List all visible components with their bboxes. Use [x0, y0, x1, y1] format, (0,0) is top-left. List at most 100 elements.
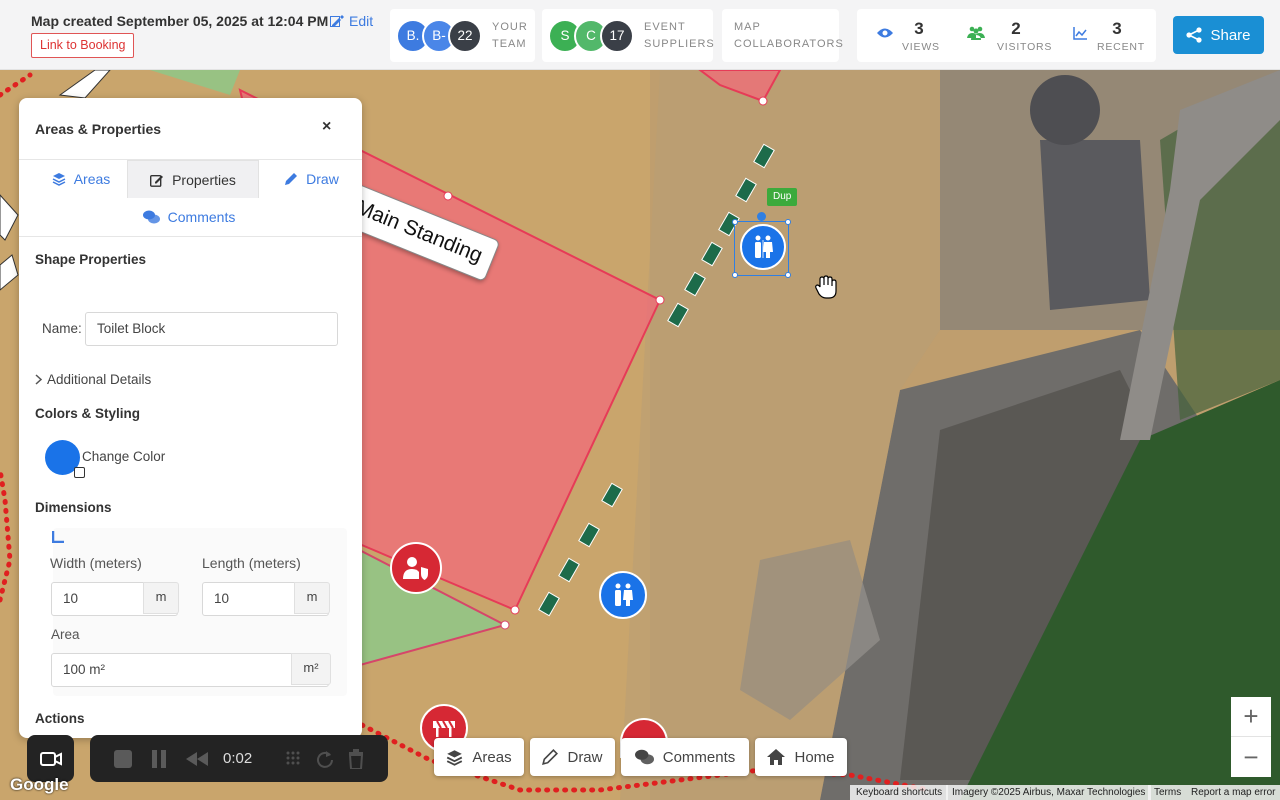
areas-properties-panel: Areas & Properties × Areas Properties Dr…	[19, 98, 362, 738]
edit-button[interactable]: Edit	[330, 13, 373, 29]
bottom-areas-button[interactable]: Areas	[434, 738, 524, 776]
dup-label: Dup	[773, 191, 792, 202]
shape-properties-heading: Shape Properties	[35, 252, 147, 267]
dome-building	[1030, 75, 1100, 145]
security-marker[interactable]	[390, 542, 442, 594]
layers-icon	[52, 173, 66, 186]
ruler-corner-icon	[52, 531, 64, 543]
grid-dots-icon[interactable]	[285, 750, 301, 766]
dup-badge[interactable]: Dup	[767, 188, 798, 206]
team-label-1: YOUR	[492, 20, 528, 33]
tab-draw[interactable]: Draw	[269, 160, 354, 198]
bottom-home-label: Home	[794, 748, 835, 766]
panel-title: Areas & Properties	[35, 121, 162, 137]
close-icon[interactable]: ×	[322, 118, 331, 136]
share-label: Share	[1210, 26, 1251, 44]
layers-icon	[447, 749, 463, 766]
terms-link[interactable]: Terms	[1148, 785, 1188, 800]
eye-icon	[877, 28, 893, 38]
map-title: Map created September 05, 2025 at 12:04 …	[31, 13, 329, 29]
bottom-comments-button[interactable]: Comments	[621, 738, 749, 776]
visitors-count: 2	[1011, 19, 1021, 38]
recent-stat: 3 RECENT	[1073, 9, 1153, 62]
users-icon	[967, 26, 985, 40]
selected-toilet-marker[interactable]	[732, 212, 791, 278]
share-icon	[1186, 27, 1203, 43]
home-icon	[767, 749, 786, 765]
team-count[interactable]: 22	[448, 18, 482, 53]
width-unit: m	[143, 582, 179, 614]
bottom-draw-button[interactable]: Draw	[530, 738, 615, 776]
zoom-out-button[interactable]: −	[1231, 737, 1271, 777]
name-input[interactable]: Toilet Block	[85, 312, 338, 346]
rewind-icon[interactable]	[186, 752, 208, 766]
comments-icon	[142, 210, 160, 224]
video-camera-icon	[39, 751, 62, 766]
actions-heading: Actions	[35, 711, 85, 726]
report-map-error-link[interactable]: Report a map error	[1187, 785, 1280, 800]
suppliers-group[interactable]: S C 17 EVENT SUPPLIERS	[542, 9, 715, 62]
name-label: Name:	[42, 321, 82, 336]
imagery-attribution: Imagery ©2025 Airbus, Maxar Technologies	[946, 785, 1152, 800]
views-count: 3	[914, 19, 924, 38]
pencil-icon	[285, 173, 298, 185]
recorder-controls: 0:02	[90, 735, 388, 782]
edit-label: Edit	[349, 13, 374, 29]
tab-areas[interactable]: Areas	[35, 160, 127, 198]
color-swatch-corner-icon	[74, 467, 85, 478]
edit-icon	[330, 15, 344, 27]
collaborators-label-1: MAP	[734, 20, 761, 33]
tab-properties[interactable]: Properties	[127, 160, 259, 198]
dimensions-heading: Dimensions	[35, 500, 112, 515]
recording-time: 0:02	[223, 750, 253, 767]
change-color-button[interactable]: Change Color	[82, 449, 165, 464]
toilet-icon	[755, 235, 773, 258]
tab-areas-label: Areas	[73, 171, 111, 187]
tab-comments-label: Comments	[167, 209, 236, 225]
length-unit: m	[294, 582, 330, 614]
hand-cursor-icon	[815, 275, 837, 299]
views-stat: 3 VIEWS	[877, 9, 957, 62]
building-roof	[1040, 140, 1150, 310]
area-input: 100 m²	[51, 653, 329, 687]
team-label-2: TEAM	[492, 37, 527, 50]
suppliers-label-1: EVENT	[644, 20, 686, 33]
collaborators-group[interactable]: MAP COLLABORATORS	[722, 9, 843, 62]
stop-button[interactable]	[114, 750, 132, 768]
pause-icon[interactable]	[152, 750, 166, 768]
visitors-label: VISITORS	[997, 41, 1053, 53]
restart-icon[interactable]	[316, 750, 334, 768]
recent-label: RECENT	[1097, 41, 1145, 53]
suppliers-label-2: SUPPLIERS	[644, 37, 715, 50]
security-guard-icon	[403, 557, 428, 580]
bottom-draw-label: Draw	[567, 748, 603, 766]
team-group[interactable]: B. B- 22 YOUR TEAM	[390, 9, 535, 62]
pencil-icon	[542, 749, 559, 765]
share-button[interactable]: Share	[1173, 16, 1264, 54]
link-to-booking-button[interactable]: Link to Booking	[31, 33, 135, 58]
area-label: Area	[51, 627, 80, 642]
tab-comments[interactable]: Comments	[119, 198, 259, 236]
divider	[19, 236, 362, 237]
top-bar: Map created September 05, 2025 at 12:04 …	[0, 0, 1280, 70]
supplier-count[interactable]: 17	[600, 18, 634, 53]
comments-icon	[634, 749, 654, 765]
road-barrier-icon	[433, 720, 455, 737]
rotate-handle[interactable]	[757, 212, 766, 221]
collaborators-label-2: COLLABORATORS	[734, 37, 844, 50]
chevron-right-icon	[35, 374, 43, 385]
length-label: Length (meters)	[202, 555, 301, 571]
additional-details-label: Additional Details	[47, 372, 152, 387]
toilet-marker[interactable]	[599, 571, 647, 619]
bottom-home-button[interactable]: Home	[755, 738, 847, 776]
chart-line-icon	[1073, 27, 1087, 40]
keyboard-shortcuts-link[interactable]: Keyboard shortcuts	[850, 785, 949, 800]
google-logo: Google	[10, 775, 69, 794]
tab-draw-label: Draw	[306, 171, 339, 187]
additional-details-toggle[interactable]: Additional Details	[35, 372, 151, 387]
zoom-in-button[interactable]: +	[1231, 697, 1271, 737]
bottom-comments-label: Comments	[662, 748, 736, 766]
trash-icon[interactable]	[348, 749, 364, 769]
bottom-areas-label: Areas	[472, 748, 512, 766]
visitors-stat: 2 VISITORS	[967, 9, 1057, 62]
